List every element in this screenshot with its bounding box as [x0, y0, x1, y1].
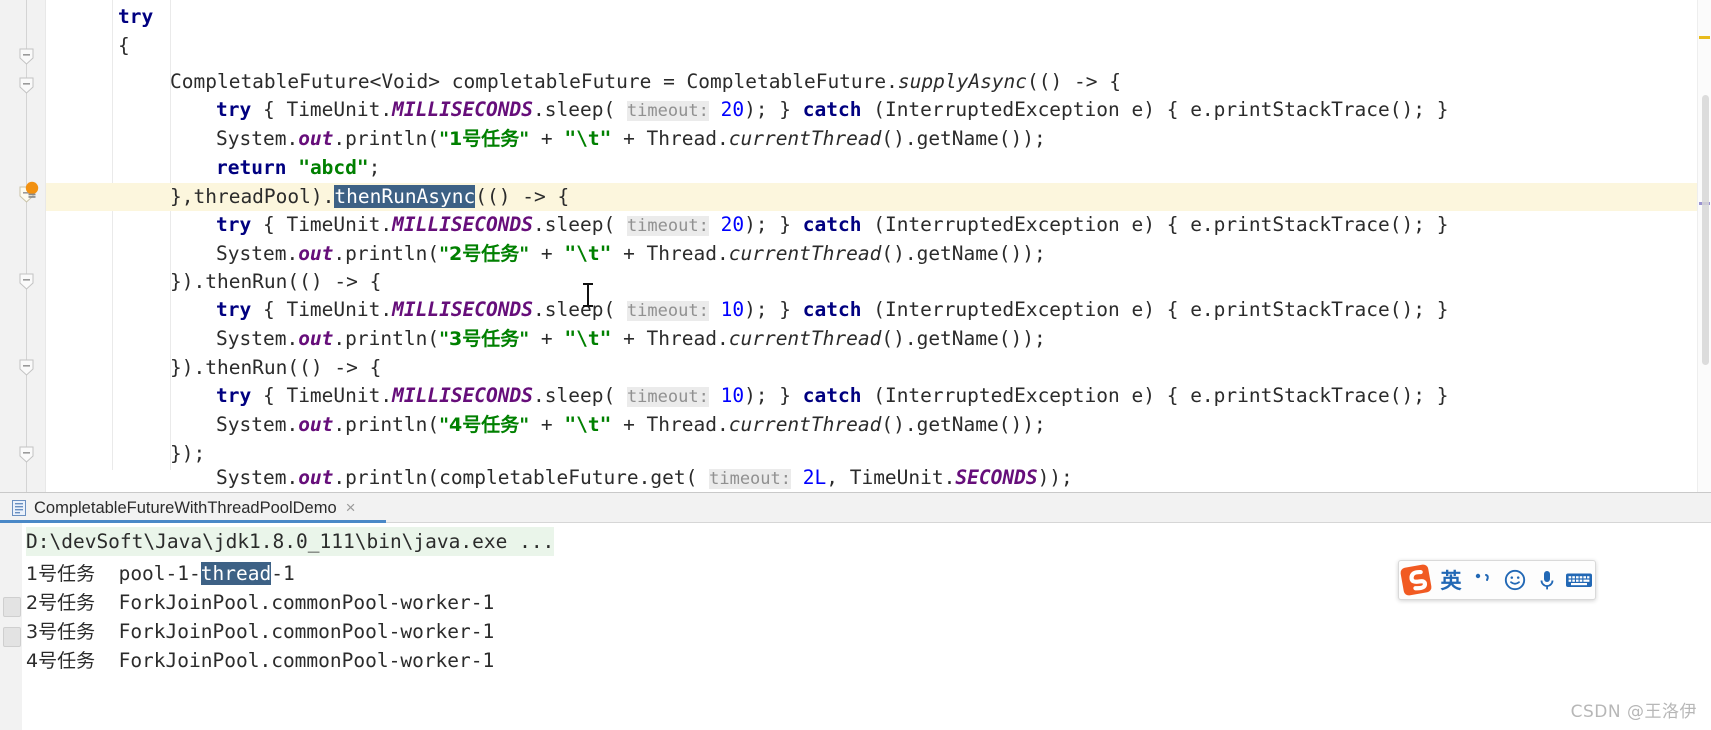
code-line[interactable]: System.out.println("2号任务" + "\t" + Threa…	[216, 240, 1046, 268]
code-line[interactable]: }).thenRun(() -> {	[170, 268, 381, 296]
console-tab[interactable]: CompletableFutureWithThreadPoolDemo ×	[6, 493, 362, 523]
thread-name: ForkJoinPool.commonPool-worker-1	[118, 649, 495, 672]
code-line[interactable]: try { TimeUnit.MILLISECONDS.sleep( timeo…	[216, 382, 1448, 410]
console-line-command: D:\devSoft\Java\jdk1.8.0_111\bin\java.ex…	[26, 527, 555, 556]
code-line[interactable]: try { TimeUnit.MILLISECONDS.sleep( timeo…	[216, 296, 1448, 324]
code-line[interactable]: });	[170, 440, 205, 468]
console-scroll-button[interactable]	[3, 627, 21, 647]
editor-gutter[interactable]	[0, 0, 46, 492]
console-command-text: D:\devSoft\Java\jdk1.8.0_111\bin\java.ex…	[26, 530, 555, 553]
punctuation-icon[interactable]	[1467, 562, 1499, 598]
code-line[interactable]: System.out.println("1号任务" + "\t" + Threa…	[216, 125, 1046, 153]
warning-marker[interactable]	[1699, 36, 1710, 39]
code-line[interactable]: }).thenRun(() -> {	[170, 354, 381, 382]
thread-name: ForkJoinPool.commonPool-worker-1	[118, 591, 495, 614]
console-line: 1号任务 pool-1-thread-1	[26, 559, 295, 588]
fold-marker-icon[interactable]	[18, 77, 35, 94]
console-tab-row[interactable]: CompletableFutureWithThreadPoolDemo ×	[0, 493, 1711, 523]
code-line[interactable]: System.out.println("4号任务" + "\t" + Threa…	[216, 411, 1046, 439]
close-icon[interactable]: ×	[344, 498, 356, 518]
task-label: 3号任务	[26, 621, 96, 643]
editor-marker-bar[interactable]	[1697, 0, 1711, 492]
fold-marker-icon[interactable]	[18, 446, 35, 463]
console-tab-label: CompletableFutureWithThreadPoolDemo	[34, 498, 337, 517]
code-editor[interactable]: try { CompletableFuture<Void> completabl…	[0, 0, 1711, 492]
ide-window: try { CompletableFuture<Void> completabl…	[0, 0, 1711, 730]
thread-name: ForkJoinPool.commonPool-worker-1	[118, 620, 495, 643]
code-line[interactable]: System.out.println("3号任务" + "\t" + Threa…	[216, 325, 1046, 353]
console-output[interactable]: D:\devSoft\Java\jdk1.8.0_111\bin\java.ex…	[0, 523, 1711, 730]
console-selection: thread	[200, 562, 272, 585]
editor-selection: thenRunAsync	[334, 185, 476, 208]
task-label: 2号任务	[26, 592, 96, 614]
sogou-ime-toolbar[interactable]: 英	[1398, 560, 1596, 600]
console-line: 3号任务 ForkJoinPool.commonPool-worker-1	[26, 617, 494, 646]
code-line[interactable]: {	[118, 32, 130, 60]
console-scroll-button[interactable]	[3, 597, 21, 617]
lightbulb-icon[interactable]	[22, 180, 42, 200]
code-line-clipped[interactable]: System.out.println(completableFuture.get…	[216, 464, 1073, 492]
fold-marker-icon[interactable]	[18, 359, 35, 376]
console-run-icon	[12, 499, 27, 517]
text-cursor	[583, 283, 593, 307]
code-line-highlighted[interactable]: },threadPool).thenRunAsync(() -> {	[170, 183, 569, 211]
code-line[interactable]: CompletableFuture<Void> completableFutur…	[170, 68, 1121, 96]
fold-marker-icon[interactable]	[18, 48, 35, 65]
fold-region-line	[26, 0, 27, 492]
microphone-icon[interactable]	[1531, 562, 1563, 598]
code-line[interactable]: return "abcd";	[216, 154, 380, 182]
console-line: 2号任务 ForkJoinPool.commonPool-worker-1	[26, 588, 494, 617]
task-label: 4号任务	[26, 650, 96, 672]
code-line[interactable]: try { TimeUnit.MILLISECONDS.sleep( timeo…	[216, 211, 1448, 239]
code-area[interactable]: try { CompletableFuture<Void> completabl…	[46, 0, 1711, 492]
ime-mode-toggle[interactable]: 英	[1435, 562, 1467, 598]
vertical-scrollbar[interactable]	[1702, 95, 1709, 365]
console-line: 4号任务 ForkJoinPool.commonPool-worker-1	[26, 646, 494, 675]
code-line[interactable]: try	[118, 3, 153, 31]
fold-marker-icon[interactable]	[18, 273, 35, 290]
task-label: 1号任务	[26, 563, 96, 585]
code-line[interactable]: try { TimeUnit.MILLISECONDS.sleep( timeo…	[216, 96, 1448, 124]
keyboard-icon[interactable]	[1563, 562, 1595, 598]
csdn-watermark: CSDN @王洛伊	[1570, 702, 1697, 722]
thread-name-after: -1	[271, 562, 295, 585]
emoji-icon[interactable]	[1499, 562, 1531, 598]
thread-name-before: pool-1-	[118, 562, 201, 585]
sogou-logo-icon[interactable]	[1397, 562, 1435, 598]
run-console-panel[interactable]: CompletableFutureWithThreadPoolDemo × D:…	[0, 492, 1711, 730]
